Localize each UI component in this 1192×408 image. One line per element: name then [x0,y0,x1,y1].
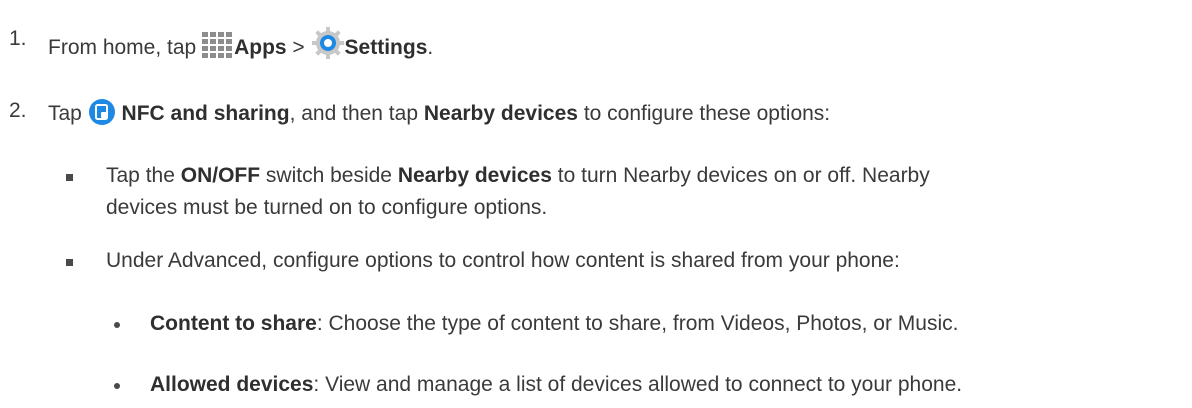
bullet-1-text-a: Tap the [106,164,175,187]
step-2-suffix: to configure these options: [583,102,831,125]
allowed-devices-label: Allowed devices [150,373,314,396]
sub-bullet-1-text: : Choose the type of content to share, f… [316,312,959,335]
step-1-text: From home, tap Apps > Settings. [48,26,433,67]
step-number-1: 1. [9,27,27,50]
square-bullet [66,174,73,181]
sub-bullet-2-text: : View and manage a list of devices allo… [313,373,963,396]
square-bullet [66,259,73,266]
on-off-label: ON/OFF [180,164,261,187]
nearby-devices-label: Nearby devices [397,164,552,187]
sub-bullet-2: Allowed devices: View and manage a list … [150,372,962,398]
sub-bullet-1: Content to share: Choose the type of con… [150,311,958,337]
apps-grid-icon [202,32,234,67]
step-2-text: Tap NFC and sharing, and then tap Nearby… [48,98,830,133]
nfc-sharing-icon [88,98,116,133]
step-1-prefix: From home, tap [48,36,197,59]
bullet-1-text-b: switch beside [265,164,392,187]
bullet-2-text: Under Advanced, configure options to con… [106,249,900,272]
step-2-middle: , and then tap [289,102,419,125]
step-number-2: 2. [9,99,27,122]
round-bullet [114,322,120,328]
step-2-prefix: Tap [48,102,82,125]
bullet-1-line-1: Tap the ON/OFF switch beside Nearby devi… [106,163,930,189]
settings-gear-icon [311,26,345,67]
content-to-share-label: Content to share [150,312,317,335]
step-1-suffix: . [427,36,434,59]
nearby-devices-label: Nearby devices [423,102,578,125]
apps-label: Apps [234,36,287,59]
bullet-1-text-c: to turn Nearby devices on or off. Nearby [557,164,930,187]
step-1-separator: > [292,36,305,59]
nfc-sharing-label: NFC and sharing [121,102,290,125]
round-bullet [114,383,120,389]
settings-label: Settings [344,36,428,59]
bullet-1-line-2: devices must be turned on to configure o… [106,196,548,219]
